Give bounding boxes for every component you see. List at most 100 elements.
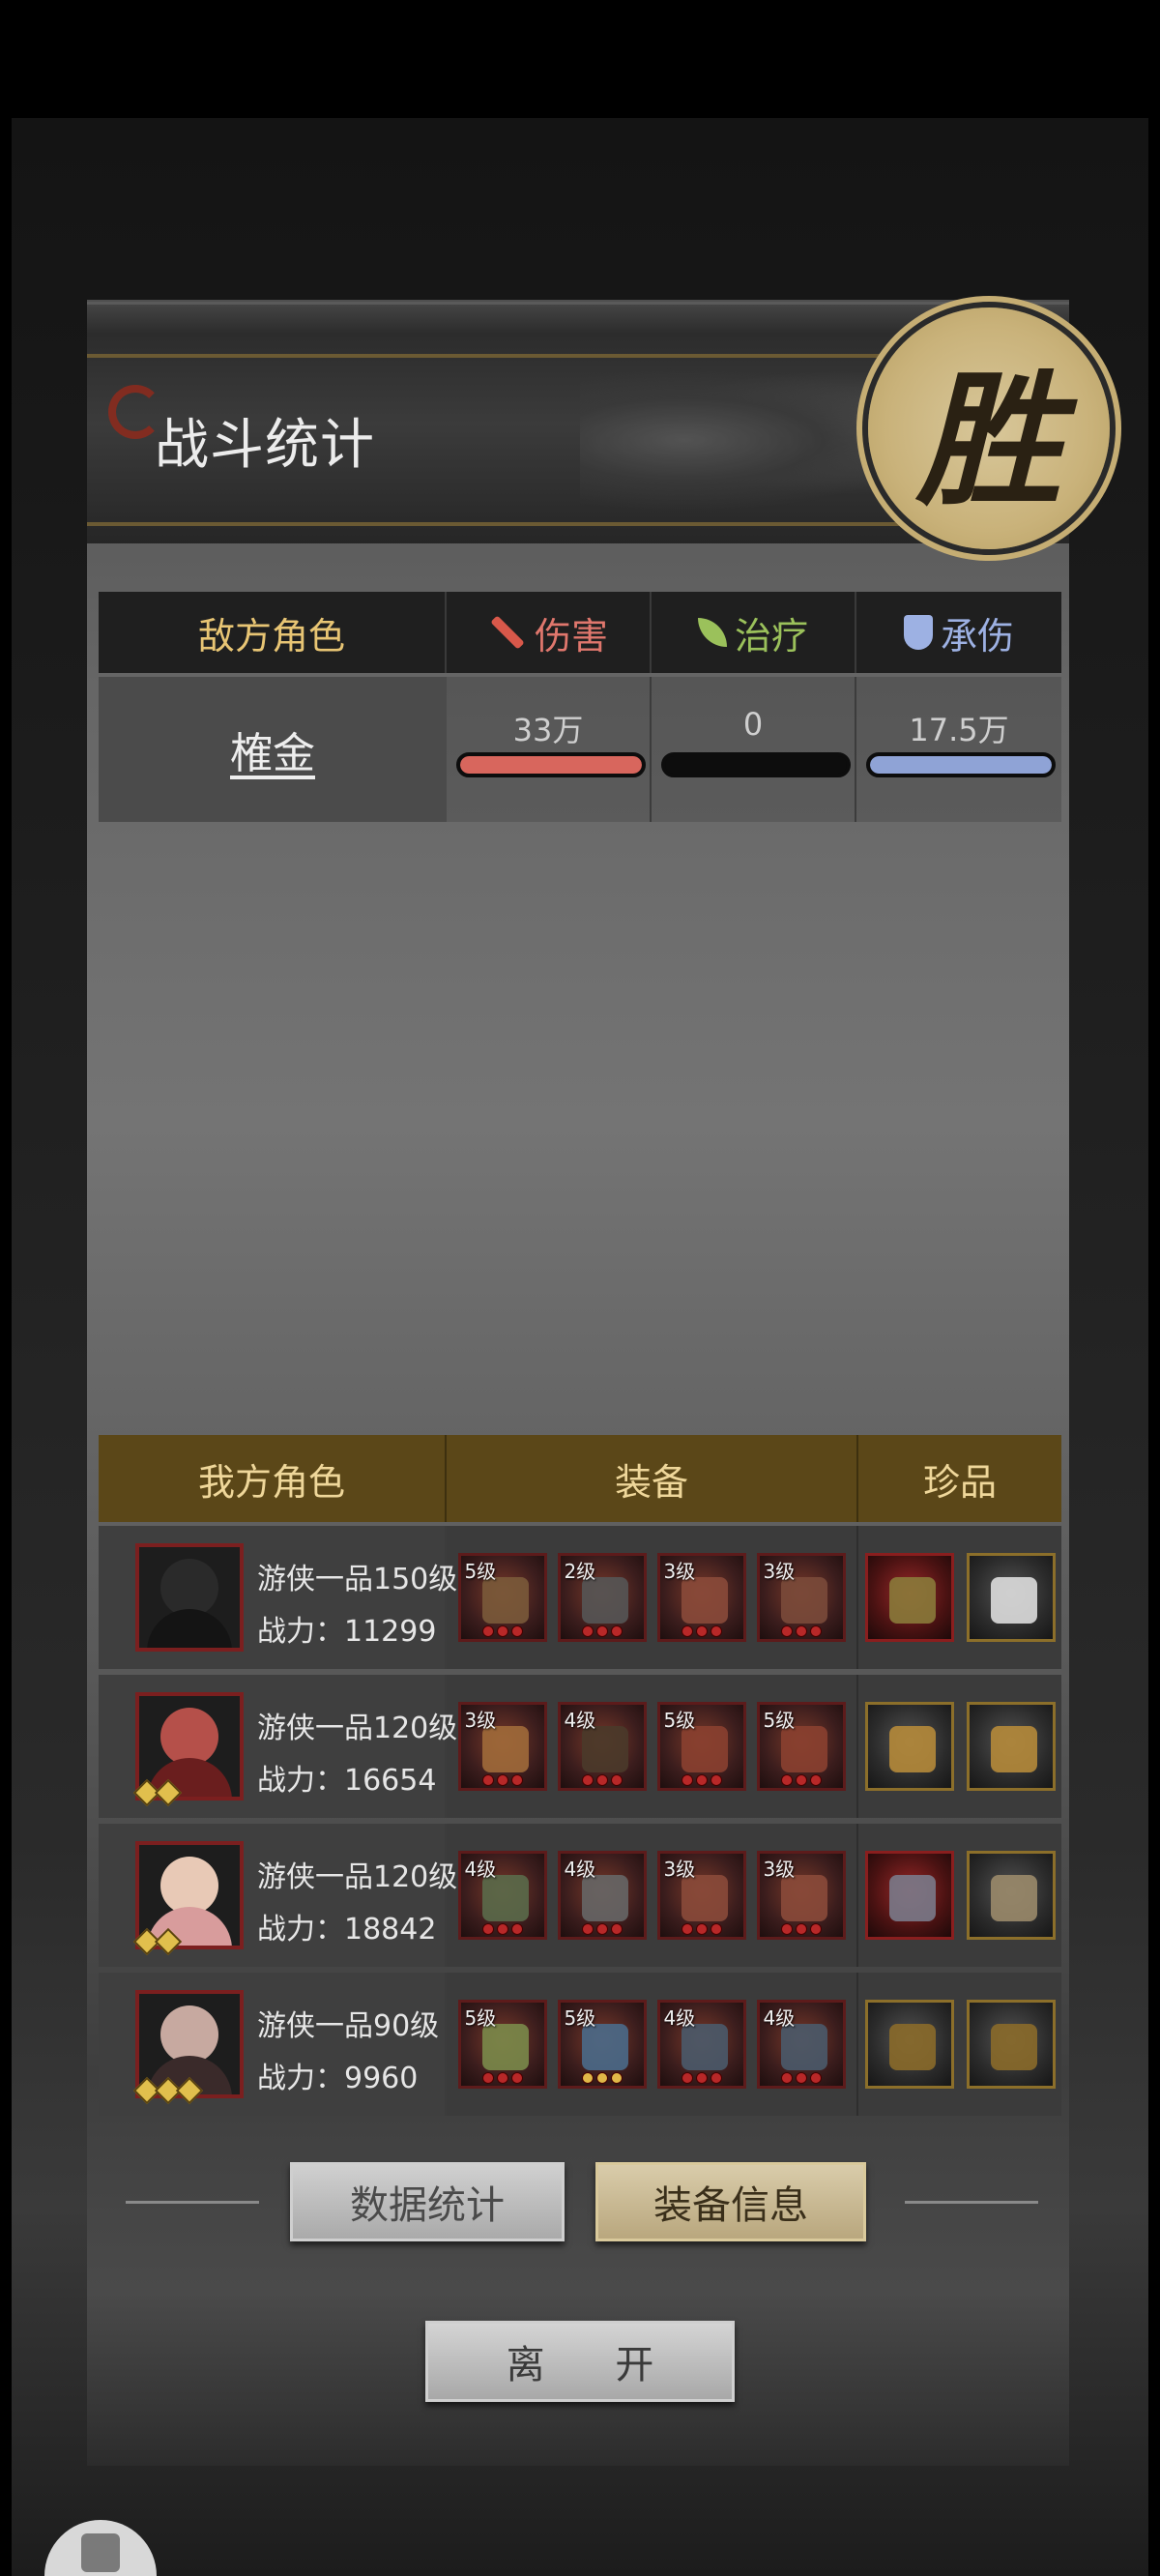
gem-icon: [809, 1625, 822, 1637]
equipment-level: 4级: [564, 1858, 596, 1881]
gem-sockets: [760, 2072, 843, 2084]
equipment-icon: [581, 1875, 628, 1921]
equipment-slot[interactable]: 4级: [557, 1702, 647, 1791]
equipment-level: 3级: [464, 1709, 497, 1732]
treasure-slot[interactable]: [864, 1553, 954, 1642]
equipment-level: 3级: [663, 1560, 696, 1583]
gem-sockets: [760, 1923, 843, 1935]
power-value: 16654: [344, 1764, 437, 1798]
equipment-slot[interactable]: 5级: [557, 2000, 647, 2089]
equipment-icon: [681, 1577, 728, 1624]
equipment-slot[interactable]: 5级: [756, 1702, 846, 1791]
gem-icon: [595, 1923, 608, 1935]
gem-icon: [681, 1625, 693, 1637]
ally-power: 战力：18842: [257, 1905, 436, 1947]
leave-button[interactable]: 离 开: [425, 2321, 735, 2402]
star-icon: [154, 1778, 183, 1807]
equipment-level: 2级: [564, 1560, 596, 1583]
victory-seal-icon: 胜: [868, 307, 1110, 549]
gem-icon: [510, 1923, 523, 1935]
treasure-slot[interactable]: [966, 2000, 1056, 2089]
equipment-slot[interactable]: 4级: [457, 1851, 547, 1940]
power-value: 9960: [344, 2062, 419, 2095]
gem-sockets: [461, 2072, 544, 2084]
equipment-slot[interactable]: 4级: [656, 2000, 746, 2089]
equipment-icon: [780, 1577, 827, 1624]
gem-icon: [809, 2072, 822, 2084]
gem-icon: [510, 1625, 523, 1637]
treasure-icon: [888, 1726, 936, 1772]
equipment-icon: [681, 2024, 728, 2070]
treasure-slot[interactable]: [966, 1702, 1056, 1791]
treasure-slot[interactable]: [864, 1851, 954, 1940]
tank-bar: [866, 752, 1056, 777]
equip-info-button[interactable]: 装备信息: [595, 2162, 866, 2241]
treasure-slots: [858, 1973, 1061, 2116]
top-black-bar: [0, 0, 1160, 118]
character-avatar[interactable]: [135, 1543, 244, 1652]
data-stats-button[interactable]: 数据统计: [290, 2162, 565, 2241]
treasure-slot[interactable]: [864, 1702, 954, 1791]
treasure-slot[interactable]: [864, 2000, 954, 2089]
ally-class-level: 游侠一品150级: [257, 1563, 458, 1596]
heal-header[interactable]: 治疗: [652, 592, 856, 673]
equipment-slot[interactable]: 3级: [656, 1851, 746, 1940]
treasure-slot[interactable]: [966, 1553, 1056, 1642]
equipment-level: 4级: [763, 2006, 796, 2030]
equipment-slot[interactable]: 5级: [656, 1702, 746, 1791]
heal-cell: 0: [652, 677, 856, 822]
equipment-level: 3级: [763, 1560, 796, 1583]
gem-sockets: [561, 1774, 644, 1786]
equipment-slots: 5级 5级 4级 4级: [447, 1973, 858, 2116]
equipment-slot[interactable]: 2级: [557, 1553, 647, 1642]
star-icon: [175, 2076, 204, 2105]
power-value: 11299: [344, 1615, 437, 1649]
equipment-slot[interactable]: 4级: [756, 2000, 846, 2089]
equipment-slot[interactable]: 3级: [457, 1702, 547, 1791]
equipment-level: 3级: [763, 1858, 796, 1881]
treasure-slot[interactable]: [966, 1851, 1056, 1940]
equipment-icon: [481, 1726, 529, 1772]
tank-header[interactable]: 承伤: [856, 592, 1061, 673]
equipment-level: 5级: [763, 1709, 796, 1732]
equipment-slot[interactable]: 5级: [457, 1553, 547, 1642]
ally-row: 游侠一品90级 战力：9960 5级 5级 4级 4级: [99, 1973, 1061, 2116]
gem-icon: [681, 2072, 693, 2084]
equipment-slot[interactable]: 4级: [557, 1851, 647, 1940]
equipment-header: 装备: [447, 1435, 858, 1522]
equipment-slot[interactable]: 3级: [756, 1553, 846, 1642]
damage-header[interactable]: 伤害: [447, 592, 652, 673]
enemy-name-link[interactable]: 榷金: [99, 677, 447, 822]
header-gold-line-top: [87, 354, 996, 358]
enemy-table-header: 敌方角色 伤害 治疗 承伤: [99, 592, 1061, 673]
gem-icon: [595, 1625, 608, 1637]
tank-label: 承伤: [940, 614, 1014, 658]
equipment-slot[interactable]: 5级: [457, 2000, 547, 2089]
equipment-level: 4级: [663, 2006, 696, 2030]
gem-icon: [695, 1774, 708, 1786]
ally-power: 战力：9960: [257, 2054, 418, 2096]
treasure-header: 珍品: [922, 1460, 997, 1504]
gem-icon: [595, 1774, 608, 1786]
ally-info: 游侠一品90级 战力：9960: [99, 1973, 447, 2116]
equipment-level: 5级: [464, 2006, 497, 2030]
equipment-icon: [681, 1726, 728, 1772]
equipment-slot[interactable]: 3级: [656, 1553, 746, 1642]
gem-sockets: [561, 1625, 644, 1637]
gem-icon: [695, 2072, 708, 2084]
gem-sockets: [760, 1625, 843, 1637]
gem-sockets: [561, 1923, 644, 1935]
equipment-slot[interactable]: 3级: [756, 1851, 846, 1940]
gem-icon: [581, 1774, 594, 1786]
ally-row: 游侠一品150级 战力：11299 5级 2级 3级 3级: [99, 1526, 1061, 1669]
treasure-slots: [858, 1526, 1061, 1669]
tank-bar-fill: [870, 756, 1052, 774]
power-value: 18842: [344, 1913, 437, 1947]
treasure-icon: [888, 2024, 936, 2070]
star-icon: [154, 1927, 183, 1956]
power-label: 战力：: [257, 2062, 344, 2095]
gem-sockets: [660, 1923, 743, 1935]
tank-cell: 17.5万: [856, 677, 1061, 822]
header-gold-line-bottom: [87, 522, 996, 526]
victory-seal-text: 胜: [915, 355, 1061, 526]
